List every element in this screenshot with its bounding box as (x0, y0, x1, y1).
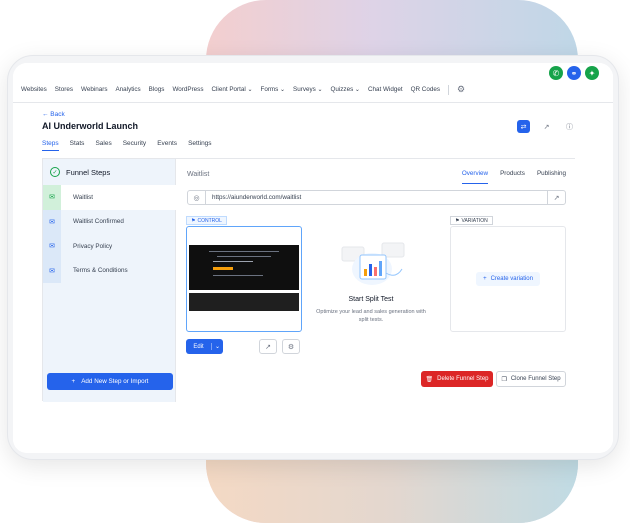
nav-menu: Websites Stores Webinars Analytics Blogs… (21, 84, 465, 95)
step-label: Waitlist Confirmed (73, 218, 124, 226)
nav-analytics[interactable]: Analytics (115, 86, 140, 93)
header-actions: ⇄ ↗ ⓘ (517, 120, 576, 133)
mail-icon: ✉ (43, 185, 61, 210)
step-label: Privacy Policy (73, 242, 113, 250)
open-preview-button[interactable]: ↗ (259, 339, 277, 354)
flag-icon: ⚑ (455, 217, 460, 224)
plus-icon: + (483, 276, 487, 282)
variation-panel: + Create variation (450, 226, 566, 332)
preview-line (217, 256, 271, 257)
sidebar-header: ✓ Funnel Steps (50, 167, 110, 177)
nav-qr-codes[interactable]: QR Codes (411, 86, 440, 93)
preview-button (213, 267, 233, 270)
tab-overview[interactable]: Overview (461, 170, 489, 184)
add-new-step-button[interactable]: + Add New Step or Import (47, 373, 173, 390)
clone-funnel-step-button[interactable]: ❐ Clone Funnel Step (496, 371, 566, 387)
control-badge: ⚑ CONTROL (186, 216, 227, 225)
step-url[interactable]: https://aiunderworld.com/waitlist (212, 194, 547, 201)
mail-icon: ✉ (43, 234, 61, 259)
nav-client-portal[interactable]: Client Portal (211, 86, 252, 93)
mail-icon: ✉ (43, 209, 61, 234)
tab-events[interactable]: Events (157, 140, 177, 151)
nav-websites[interactable]: Websites (21, 86, 47, 93)
funnel-steps-sidebar: ✓ Funnel Steps ✉ Waitlist ✉ Waitlist Con… (43, 159, 176, 402)
top-navigation: ✆ ⚭ ✦ Websites Stores Webinars Analytics… (13, 63, 613, 103)
flag-icon: ⚑ (191, 217, 196, 224)
nav-blogs[interactable]: Blogs (149, 86, 165, 93)
info-icon[interactable]: ⓘ (563, 120, 576, 133)
preview-line (213, 261, 253, 262)
tab-steps[interactable]: Steps (42, 140, 59, 151)
control-label: CONTROL (197, 217, 222, 224)
nav-chat-widget[interactable]: Chat Widget (368, 86, 403, 93)
tab-stats[interactable]: Stats (70, 140, 85, 151)
step-title: Waitlist (187, 171, 210, 178)
funnel-tabs: Steps Stats Sales Security Events Settin… (42, 140, 212, 151)
preview-footer-section (189, 293, 299, 311)
preview-line (209, 251, 279, 252)
step-tabs: Overview Products Publishing (461, 170, 566, 184)
control-page-preview[interactable] (186, 226, 302, 332)
back-link[interactable]: ← Back (42, 111, 65, 118)
variation-label: VARIATION (461, 217, 488, 224)
gear-icon[interactable]: ⚙ (457, 84, 465, 95)
top-action-buttons: ✆ ⚭ ✦ (549, 66, 599, 80)
megaphone-icon[interactable]: ✦ (585, 66, 599, 80)
tab-publishing[interactable]: Publishing (537, 170, 566, 184)
nav-wordpress[interactable]: WordPress (172, 86, 203, 93)
edit-button[interactable]: Edit ⌄ (186, 339, 223, 354)
copy-icon: ❐ (501, 376, 507, 383)
preview-line (213, 275, 263, 276)
settings-gear-button[interactable]: ⚙ (282, 339, 300, 354)
link-icon[interactable]: ⚭ (567, 66, 581, 80)
add-step-label: Add New Step or Import (81, 378, 149, 385)
trash-icon: 🗑 (425, 376, 434, 383)
tab-products[interactable]: Products (500, 170, 525, 184)
nav-surveys[interactable]: Surveys (293, 86, 322, 93)
funnel-step-privacy-policy[interactable]: ✉ Privacy Policy (43, 234, 176, 259)
phone-icon[interactable]: ✆ (549, 66, 563, 80)
chevron-down-icon[interactable]: ⌄ (211, 343, 223, 350)
app-screen: ✆ ⚭ ✦ Websites Stores Webinars Analytics… (13, 63, 613, 453)
step-url-bar: ◎ https://aiunderworld.com/waitlist ↗ (187, 190, 566, 205)
delete-step-label: Delete Funnel Step (437, 376, 489, 382)
split-test-title: Start Split Test (348, 296, 394, 303)
nav-divider (448, 84, 449, 95)
variation-badge: ⚑ VARIATION (450, 216, 493, 225)
split-test-prompt: Start Split Test Optimize your lead and … (316, 239, 426, 329)
preview-hero-section (189, 245, 299, 290)
share-icon[interactable]: ⇄ (517, 120, 530, 133)
delete-funnel-step-button[interactable]: 🗑 Delete Funnel Step (421, 371, 493, 387)
funnel-step-waitlist[interactable]: ✉ Waitlist (43, 185, 176, 210)
create-variation-button[interactable]: + Create variation (476, 272, 540, 286)
external-link-icon[interactable]: ↗ (540, 120, 553, 133)
page-title: AI Underworld Launch (42, 121, 139, 131)
funnel-step-list: ✉ Waitlist ✉ Waitlist Confirmed ✉ Privac… (43, 185, 176, 283)
nav-webinars[interactable]: Webinars (81, 86, 107, 93)
tab-settings[interactable]: Settings (188, 140, 212, 151)
globe-icon[interactable]: ◎ (188, 191, 206, 204)
check-circle-icon: ✓ (50, 167, 60, 177)
plus-icon: + (71, 378, 76, 385)
edit-label: Edit (193, 343, 204, 350)
nav-quizzes[interactable]: Quizzes (330, 86, 359, 93)
step-label: Waitlist (73, 193, 94, 201)
funnel-content: ✓ Funnel Steps ✉ Waitlist ✉ Waitlist Con… (42, 158, 576, 402)
external-link-icon[interactable]: ↗ (547, 191, 565, 204)
split-test-description: Optimize your lead and sales generation … (316, 309, 426, 323)
step-detail-panel: Waitlist Overview Products Publishing ◎ … (176, 159, 576, 402)
clone-step-label: Clone Funnel Step (510, 376, 561, 382)
mail-icon: ✉ (43, 258, 61, 283)
tab-sales[interactable]: Sales (95, 140, 111, 151)
funnel-page: ← Back AI Underworld Launch ⇄ ↗ ⓘ Steps … (13, 103, 613, 453)
tab-security[interactable]: Security (123, 140, 146, 151)
create-variation-label: Create variation (490, 276, 533, 282)
split-test-illustration (341, 242, 405, 285)
funnel-step-waitlist-confirmed[interactable]: ✉ Waitlist Confirmed (43, 209, 176, 234)
step-label: Terms & Conditions (73, 267, 128, 275)
funnel-step-terms[interactable]: ✉ Terms & Conditions (43, 258, 176, 283)
sidebar-title: Funnel Steps (66, 167, 111, 177)
nav-forms[interactable]: Forms (260, 86, 285, 93)
nav-stores[interactable]: Stores (55, 86, 73, 93)
